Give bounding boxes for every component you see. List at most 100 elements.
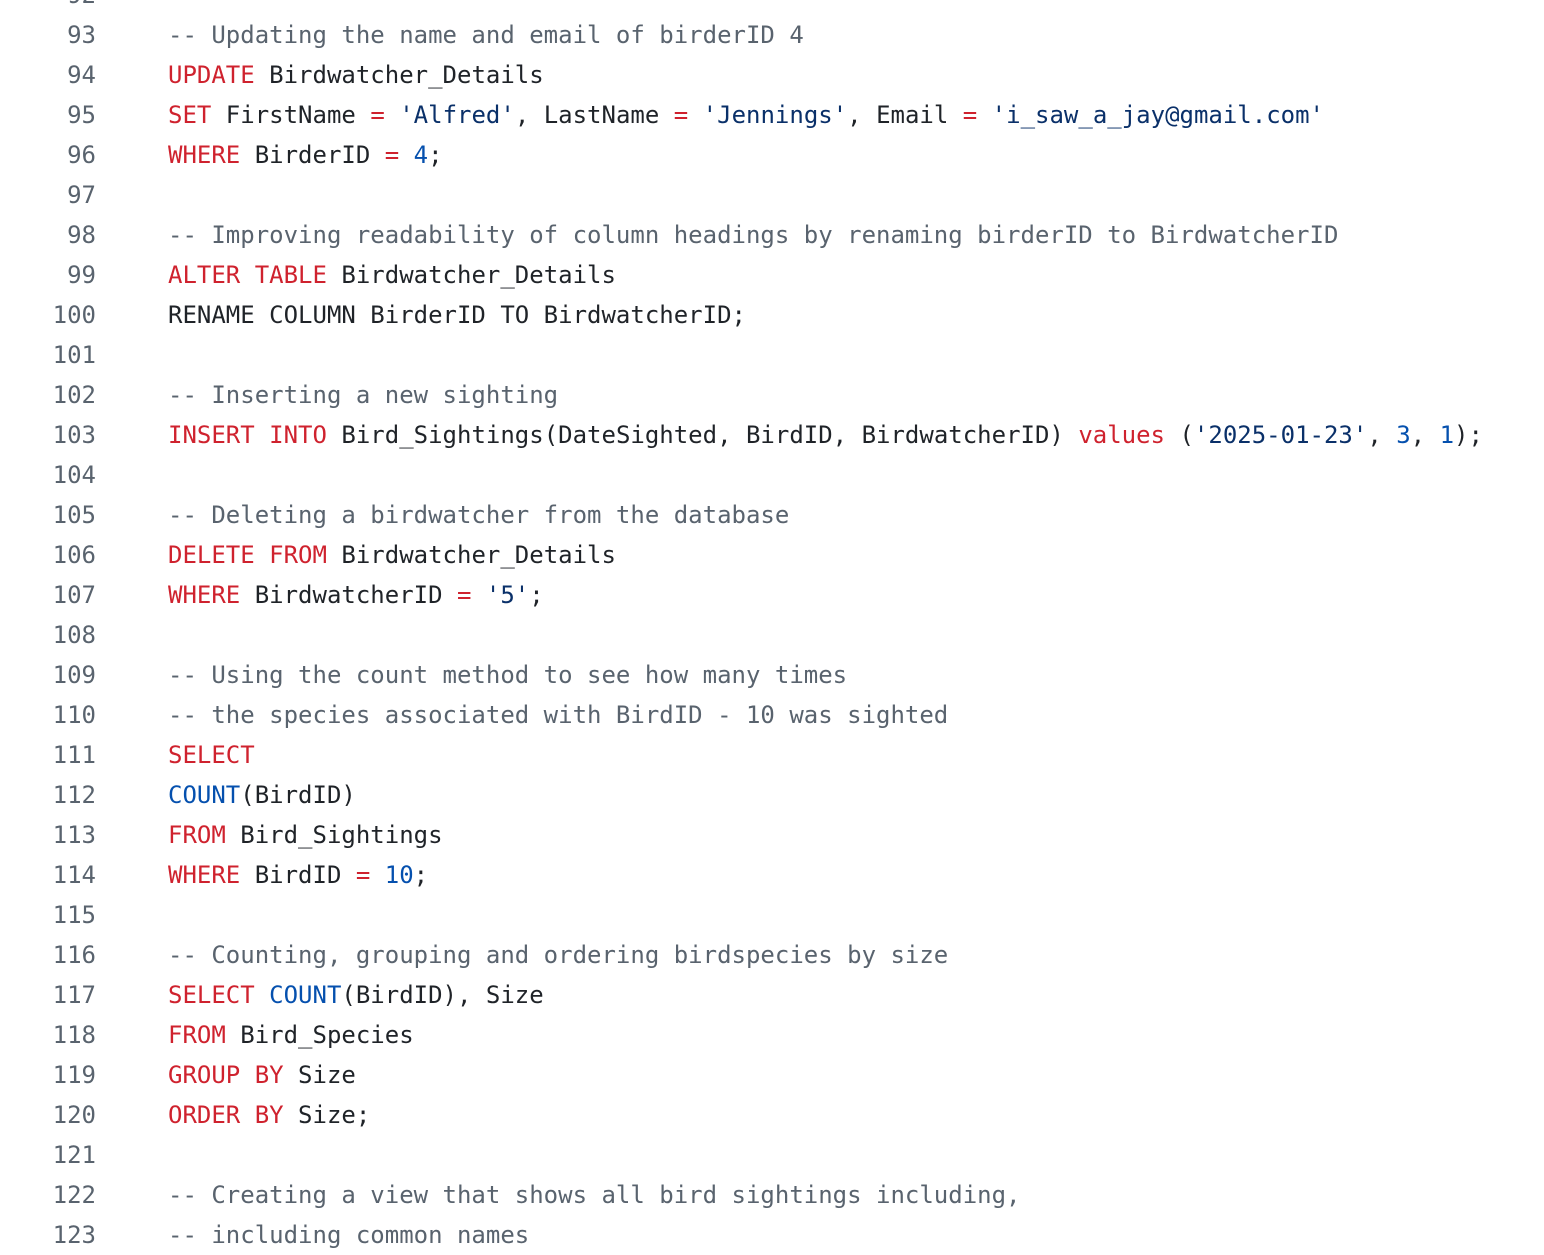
code-token-string: '5' [485, 581, 530, 609]
code-line: 120 ORDER BY Size; [0, 1095, 1544, 1135]
code-line: 97 [0, 175, 1544, 215]
code-line: 107 WHERE BirdwatcherID = '5'; [0, 575, 1544, 615]
code-token-number: 10 [384, 861, 414, 889]
code-line: 93 -- Updating the name and email of bird… [0, 15, 1544, 55]
line-number[interactable]: 111 [0, 735, 96, 775]
line-number[interactable]: 123 [0, 1215, 96, 1255]
code-token-keyword: FROM [168, 821, 226, 849]
code-token-keyword: WHERE [168, 581, 241, 609]
code-line: 94 UPDATE Birdwatcher_Details [0, 55, 1544, 95]
code-token-function: COUNT [168, 781, 241, 809]
code-line: 105 -- Deleting a birdwatcher from the da… [0, 495, 1544, 535]
line-number[interactable]: 92 [0, 0, 96, 15]
line-number[interactable]: 121 [0, 1135, 96, 1175]
code-token-string: 'Alfred' [399, 101, 515, 129]
line-number[interactable]: 107 [0, 575, 96, 615]
line-number[interactable]: 97 [0, 175, 96, 215]
line-number[interactable]: 101 [0, 335, 96, 375]
code-token-keyword: TABLE [254, 261, 327, 289]
code-token-comment: -- Deleting a birdwatcher from the datab… [168, 501, 790, 529]
line-code: INSERT INTO Bird_Sightings(DateSighted, … [96, 415, 1483, 455]
code-token-plain: , LastName [514, 101, 674, 129]
code-line: 117 SELECT COUNT(BirdID), Size [0, 975, 1544, 1015]
line-number[interactable]: 118 [0, 1015, 96, 1055]
code-line: 102 -- Inserting a new sighting [0, 375, 1544, 415]
line-number[interactable]: 102 [0, 375, 96, 415]
line-number[interactable]: 108 [0, 615, 96, 655]
line-number[interactable]: 110 [0, 695, 96, 735]
line-number[interactable]: 95 [0, 95, 96, 135]
line-number[interactable]: 109 [0, 655, 96, 695]
line-number[interactable]: 98 [0, 215, 96, 255]
line-number[interactable]: 114 [0, 855, 96, 895]
code-token-keyword: values [1078, 421, 1166, 449]
code-line: 112 COUNT(BirdID) [0, 775, 1544, 815]
code-token-comment: -- the species associated with BirdID - … [168, 701, 949, 729]
code-line: 115 [0, 895, 1544, 935]
code-line: 98 -- Improving readability of column hea… [0, 215, 1544, 255]
line-number[interactable]: 106 [0, 535, 96, 575]
line-code: WHERE BirdwatcherID = '5'; [96, 575, 544, 615]
code-line: 96 WHERE BirderID = 4; [0, 135, 1544, 175]
line-code: -- Deleting a birdwatcher from the datab… [96, 495, 789, 535]
line-code: -- Using the count method to see how man… [96, 655, 847, 695]
line-code: RENAME COLUMN BirderID TO BirdwatcherID; [96, 295, 746, 335]
code-token-keyword: = [355, 861, 371, 889]
code-token-string: 'Jennings' [702, 101, 848, 129]
code-token-plain: , [1367, 421, 1397, 449]
line-code: ALTER TABLE Birdwatcher_Details [96, 255, 616, 295]
code-token-keyword: BY [254, 1061, 284, 1089]
line-number[interactable]: 115 [0, 895, 96, 935]
line-number[interactable]: 104 [0, 455, 96, 495]
line-number[interactable]: 100 [0, 295, 96, 335]
code-token-keyword: = [370, 101, 385, 129]
code-line: 99 ALTER TABLE Birdwatcher_Details [0, 255, 1544, 295]
code-token-comment: -- Creating a view that shows all bird s… [168, 1181, 1021, 1209]
line-code: -- Improving readability of column headi… [96, 215, 1338, 255]
code-token-plain: Birdwatcher_Details [326, 541, 616, 569]
code-line: 121 [0, 1135, 1544, 1175]
code-view: 9293 -- Updating the name and email of bi… [0, 0, 1544, 1255]
code-token-plain: Birdwatcher_Details [326, 261, 616, 289]
line-number[interactable]: 103 [0, 415, 96, 455]
line-code: -- Creating a view that shows all bird s… [96, 1175, 1021, 1215]
line-code: FROM Bird_Sightings [96, 815, 443, 855]
line-number[interactable]: 99 [0, 255, 96, 295]
code-token-number: 3 [1396, 421, 1411, 449]
code-token-comment: -- Updating the name and email of birder… [168, 21, 804, 49]
code-token-keyword: ALTER [168, 261, 241, 289]
line-code: -- the species associated with BirdID - … [96, 695, 948, 735]
code-token-number: 1 [1439, 421, 1455, 449]
code-token-plain: Size; [283, 1101, 371, 1129]
code-token-keyword: ORDER [168, 1101, 241, 1129]
code-token-plain: Bird_Species [225, 1021, 414, 1049]
line-number[interactable]: 112 [0, 775, 96, 815]
code-token-comment: -- Counting, grouping and ordering birds… [168, 941, 949, 969]
code-line: 122 -- Creating a view that shows all bir… [0, 1175, 1544, 1215]
code-token-keyword: DELETE [168, 541, 255, 569]
line-number[interactable]: 117 [0, 975, 96, 1015]
code-token-plain: Birdwatcher_Details [254, 61, 544, 89]
line-number[interactable]: 119 [0, 1055, 96, 1095]
line-number[interactable]: 105 [0, 495, 96, 535]
code-line: 92 [0, 0, 1544, 15]
line-number[interactable]: 122 [0, 1175, 96, 1215]
line-number[interactable]: 116 [0, 935, 96, 975]
code-line: 114 WHERE BirdID = 10; [0, 855, 1544, 895]
line-number[interactable]: 93 [0, 15, 96, 55]
line-number[interactable]: 120 [0, 1095, 96, 1135]
code-token-keyword: SELECT [168, 741, 255, 769]
code-line: 104 [0, 455, 1544, 495]
line-number[interactable]: 113 [0, 815, 96, 855]
line-number[interactable]: 94 [0, 55, 96, 95]
code-token-plain: FirstName [211, 101, 371, 129]
line-number[interactable]: 96 [0, 135, 96, 175]
code-token-comment: -- including common names [168, 1221, 530, 1249]
